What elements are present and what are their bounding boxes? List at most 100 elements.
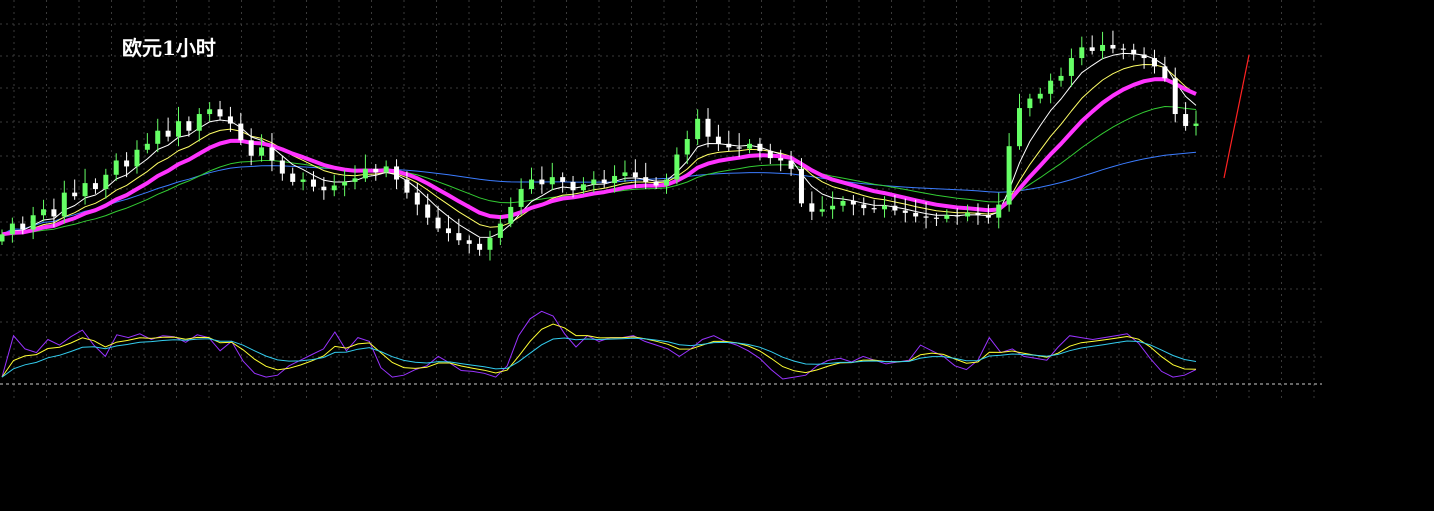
candle-body xyxy=(653,181,659,186)
candle-body xyxy=(1048,80,1054,94)
candle-body xyxy=(238,123,244,141)
candle-body xyxy=(580,184,586,191)
candle-body xyxy=(736,147,742,149)
candle-body xyxy=(622,172,628,176)
candle xyxy=(892,195,898,216)
candle-body xyxy=(134,149,140,167)
candlestick-chart: 欧元1小时 xyxy=(0,0,1322,398)
candle xyxy=(238,112,244,145)
candle-body xyxy=(767,150,773,159)
candle-body xyxy=(674,154,680,180)
candle xyxy=(1162,56,1168,82)
candle-body xyxy=(1141,54,1147,59)
candle xyxy=(508,197,514,228)
candle-body xyxy=(539,179,545,185)
candle-body xyxy=(290,173,296,182)
candle-body xyxy=(466,240,472,244)
candle-body xyxy=(1027,98,1033,109)
candle xyxy=(9,217,15,243)
candle-body xyxy=(165,130,171,137)
candle-body xyxy=(30,215,36,230)
candle-body xyxy=(840,200,846,206)
candle xyxy=(30,206,36,240)
candle xyxy=(736,133,742,157)
candle xyxy=(1141,47,1147,69)
candle xyxy=(217,100,223,120)
candle-body xyxy=(41,209,47,216)
candle-body xyxy=(394,166,400,180)
candle-body xyxy=(632,172,638,178)
candle xyxy=(819,196,825,217)
candle-body xyxy=(227,116,233,124)
candle-body xyxy=(850,200,856,205)
candle xyxy=(394,159,400,190)
candle-body xyxy=(861,204,867,209)
candle-body xyxy=(933,217,939,219)
candle-body xyxy=(1162,66,1168,79)
candle-body xyxy=(1006,146,1012,205)
candle xyxy=(830,191,836,219)
candle xyxy=(1100,31,1106,60)
candle-body xyxy=(259,147,265,156)
candle xyxy=(861,197,867,216)
candle-body xyxy=(310,179,316,187)
candle-body xyxy=(726,143,732,148)
candle-body xyxy=(1037,93,1043,99)
candle-body xyxy=(529,179,535,190)
candle-body xyxy=(954,215,960,217)
candle xyxy=(850,195,856,216)
candle xyxy=(41,199,47,222)
candle xyxy=(497,215,503,246)
candle xyxy=(113,153,119,181)
candle-body xyxy=(477,243,483,250)
candle-body xyxy=(996,204,1002,218)
candle-body xyxy=(798,168,804,204)
candle xyxy=(695,109,701,145)
candle-body xyxy=(352,178,358,182)
candle xyxy=(996,192,1002,229)
oscillator-main-line xyxy=(1,310,1197,380)
candle xyxy=(747,139,753,154)
candle-body xyxy=(362,168,368,179)
candle-body xyxy=(82,183,88,197)
candle-body xyxy=(196,114,202,131)
candle xyxy=(477,237,483,256)
candle xyxy=(715,124,721,151)
candle-body xyxy=(809,203,815,212)
candle-body xyxy=(788,160,794,169)
candle xyxy=(176,106,182,147)
candle-body xyxy=(1068,58,1074,76)
candle-body xyxy=(892,205,898,211)
candle-body xyxy=(497,223,503,238)
candle-body xyxy=(1058,75,1064,81)
candle-body xyxy=(985,215,991,218)
candle-body xyxy=(1131,49,1137,55)
candle-body xyxy=(871,208,877,210)
candle xyxy=(871,199,877,213)
candle-body xyxy=(705,118,711,137)
candle-body xyxy=(331,185,337,191)
candle xyxy=(1089,35,1095,55)
candle-body xyxy=(944,215,950,219)
candle xyxy=(279,155,285,181)
candle xyxy=(425,193,431,225)
candle xyxy=(1120,43,1126,60)
candle xyxy=(549,162,555,191)
candle-body xyxy=(819,209,825,212)
candle xyxy=(1037,87,1043,104)
candle-body xyxy=(882,205,888,210)
candle-body xyxy=(1079,47,1085,59)
candle xyxy=(1006,133,1012,212)
candle-body xyxy=(445,228,451,234)
candle-body xyxy=(591,179,597,185)
candle-body xyxy=(1110,44,1116,49)
candle xyxy=(342,170,348,197)
candle-body xyxy=(778,158,784,161)
candle-body xyxy=(72,192,78,197)
candle xyxy=(632,159,638,188)
candle-body xyxy=(913,212,919,217)
candle-body xyxy=(0,234,5,242)
candle-body xyxy=(549,177,555,185)
candle-body xyxy=(1100,44,1106,51)
candle-body xyxy=(51,209,57,217)
